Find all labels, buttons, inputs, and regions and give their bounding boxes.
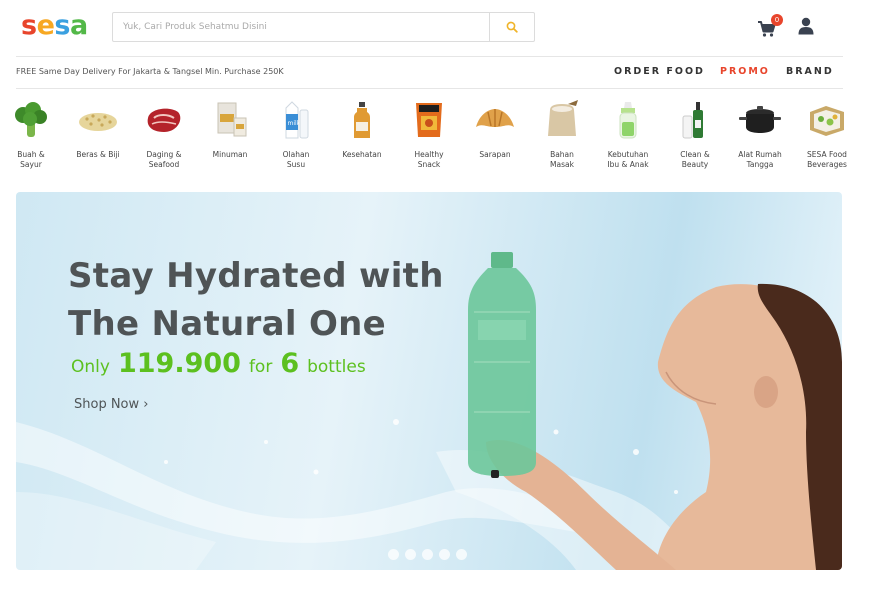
cart-button[interactable]: 0 [757, 14, 783, 40]
offer-for: for [248, 357, 273, 377]
user-icon [798, 17, 814, 35]
category-daging-seafood[interactable]: Daging & Seafood [136, 98, 192, 170]
category-sesa-food[interactable]: SESA Food Beverages [799, 98, 855, 170]
search-bar [112, 12, 535, 42]
logo-letter-s: s [21, 10, 37, 41]
category-label: Minuman [212, 150, 248, 159]
banner-illustration [16, 252, 842, 570]
search-button[interactable] [489, 13, 534, 41]
baby-bottle-icon [619, 102, 637, 139]
category-label: Daging & Seafood [146, 150, 182, 169]
hero-banner[interactable]: Stay Hydrated with The Natural One Only … [16, 192, 842, 570]
carousel-dot-3[interactable] [422, 549, 433, 560]
account-button[interactable] [797, 16, 815, 36]
category-label: Kebutuhan Ibu & Anak [607, 150, 649, 169]
delivery-notice: FREE Same Day Delivery For Jakarta & Tan… [16, 67, 284, 76]
honey-bottle-icon [354, 102, 370, 138]
logo-letter-a: a [69, 10, 88, 41]
flour-sack-icon [548, 100, 578, 136]
nav-brand[interactable]: BRAND [786, 66, 834, 77]
water-bottle [468, 252, 536, 478]
category-label: Kesehatan [342, 150, 382, 159]
headline-line-1: Stay Hydrated with [68, 256, 444, 296]
nav-order-food[interactable]: ORDER FOOD [614, 66, 720, 77]
food-box-icon [810, 106, 844, 136]
category-label: Clean & Beauty [680, 150, 710, 169]
shop-now-link[interactable]: Shop Now › [74, 397, 148, 412]
category-alat-rumah-tangga[interactable]: Alat Rumah Tangga [732, 98, 788, 170]
carousel-dot-5[interactable] [456, 549, 467, 560]
meat-icon [147, 108, 181, 132]
search-icon [506, 21, 518, 33]
carousel-dot-1[interactable] [388, 549, 399, 560]
cooking-pot-icon [739, 106, 781, 133]
header-divider [16, 56, 843, 57]
category-clean-beauty[interactable]: Clean & Beauty [667, 98, 723, 170]
category-sarapan[interactable]: Sarapan [467, 98, 523, 160]
category-bar: Buah & Sayur Beras & Biji Daging & Seafo… [0, 98, 869, 178]
category-minuman[interactable]: Minuman [202, 98, 258, 160]
category-ibu-anak[interactable]: Kebutuhan Ibu & Anak [600, 98, 656, 170]
milk-carton-icon: milk [285, 101, 309, 139]
snack-bag-icon [416, 103, 442, 137]
carousel-dot-4[interactable] [439, 549, 450, 560]
category-label: Healthy Snack [414, 150, 444, 169]
search-input[interactable] [113, 13, 489, 41]
offer-unit: bottles [307, 357, 366, 377]
logo-letter-e: e [36, 10, 55, 41]
headline-line-2: The Natural One [68, 304, 387, 344]
beauty-bottle-icon [682, 102, 703, 139]
svg-text:milk: milk [288, 120, 301, 127]
category-label: Alat Rumah Tangga [738, 150, 782, 169]
category-healthy-snack[interactable]: Healthy Snack [401, 98, 457, 170]
logo-letter-s2: s [54, 10, 70, 41]
offer-qty: 6 [280, 348, 300, 379]
category-label: Buah & Sayur [17, 150, 45, 169]
carousel-dots [388, 549, 467, 560]
sesa-logo[interactable]: sesa [21, 10, 88, 42]
category-label: SESA Food Beverages [807, 150, 847, 169]
top-nav: ORDER FOOD PROMO BRAND [614, 66, 834, 77]
category-label: Beras & Biji [76, 150, 120, 159]
nav-promo[interactable]: PROMO [720, 66, 786, 77]
category-buah-sayur[interactable]: Buah & Sayur [3, 98, 59, 170]
drink-box-icon [217, 102, 247, 137]
croissant-icon [476, 109, 514, 127]
carousel-dot-2[interactable] [405, 549, 416, 560]
category-kesehatan[interactable]: Kesehatan [334, 98, 390, 160]
category-label: Sarapan [479, 150, 511, 159]
category-label: Bahan Masak [550, 150, 574, 169]
category-olahan-susu[interactable]: milk Olahan Susu [268, 98, 324, 170]
banner-headline: Stay Hydrated with The Natural One [68, 252, 444, 348]
offer-only: Only [71, 357, 110, 377]
offer-price: 119.900 [117, 348, 241, 379]
category-bahan-masak[interactable]: Bahan Masak [534, 98, 590, 170]
nav-divider [16, 88, 843, 89]
banner-offer: Only 119.900 for 6 bottles [71, 348, 366, 379]
category-beras-biji[interactable]: Beras & Biji [70, 98, 126, 160]
cart-count-badge: 0 [771, 14, 783, 26]
broccoli-icon [15, 102, 47, 137]
category-label: Olahan Susu [282, 150, 310, 169]
grains-icon [79, 113, 117, 131]
